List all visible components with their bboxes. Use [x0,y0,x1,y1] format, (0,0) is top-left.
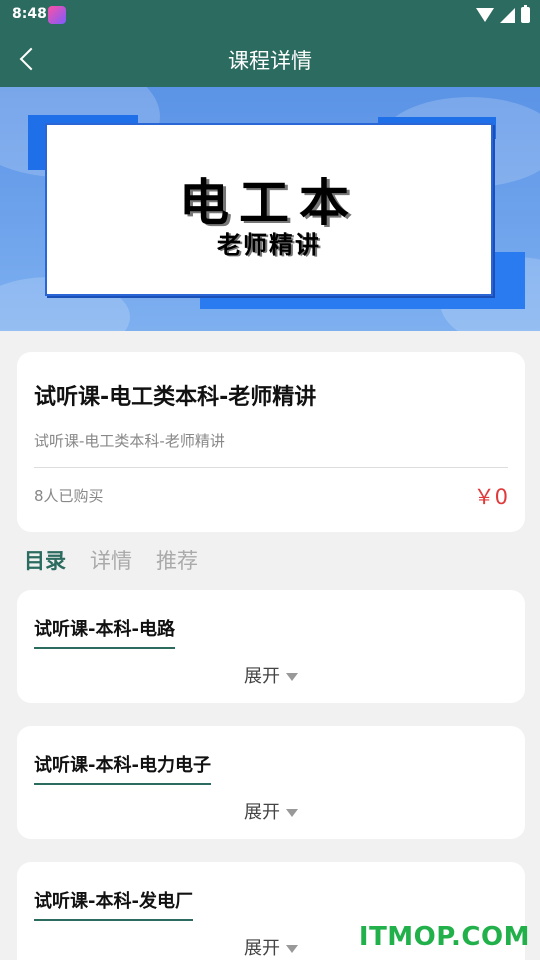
expand-label: 展开 [244,666,280,687]
chapter-card: 试听课-本科-电力电子 展开 [17,726,525,839]
expand-label: 展开 [244,802,280,823]
tab-bar: 目录 详情 推荐 [24,545,198,575]
banner-sub-text: 老师精讲 [217,231,321,259]
divider [34,467,508,468]
buyer-count: 8人已购买 [34,487,104,505]
app-bar: 课程详情 [0,30,540,87]
caret-down-icon [286,944,298,953]
tab-details[interactable]: 详情 [90,545,132,575]
chapter-card: 试听课-本科-电路 展开 [17,590,525,703]
watermark: ITMOP.COM [358,922,530,952]
tab-catalog[interactable]: 目录 [24,545,66,575]
banner-image: 电工本 老师精讲 [45,123,493,296]
chapter-title: 试听课-本科-电路 [34,615,175,649]
chapter-title: 试听课-本科-电力电子 [34,751,211,785]
page-title: 课程详情 [228,49,312,73]
course-price: ￥0 [473,485,508,509]
caret-down-icon [286,672,298,681]
notification-app-icon [48,6,66,24]
course-subtitle: 试听课-电工类本科-老师精讲 [34,432,225,450]
status-bar: 8:48 [0,0,540,30]
tab-recommend[interactable]: 推荐 [156,545,198,575]
course-title: 试听课-电工类本科-老师精讲 [34,385,317,410]
signal-icon [500,7,515,23]
battery-icon [521,5,530,23]
expand-button[interactable]: 展开 [17,662,525,688]
course-banner: 电工本 老师精讲 [0,87,540,331]
wifi-icon [476,8,494,22]
course-info-card: 试听课-电工类本科-老师精讲 试听课-电工类本科-老师精讲 8人已购买 ￥0 [17,352,525,532]
status-icons [476,5,530,24]
expand-label: 展开 [244,938,280,959]
expand-button[interactable]: 展开 [17,798,525,824]
chapter-title: 试听课-本科-发电厂 [34,887,193,921]
status-time: 8:48 [12,6,47,22]
caret-down-icon [286,808,298,817]
